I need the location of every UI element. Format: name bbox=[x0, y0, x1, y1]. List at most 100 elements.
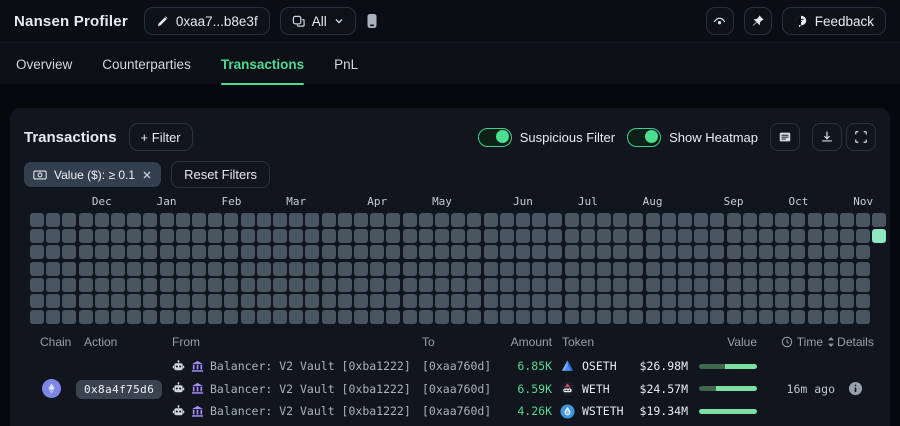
heatmap-cell[interactable] bbox=[370, 277, 385, 292]
heatmap-cell[interactable] bbox=[30, 229, 44, 244]
heatmap-cell[interactable] bbox=[467, 294, 482, 308]
show-heatmap-toggle[interactable] bbox=[627, 127, 662, 147]
heatmap-cell[interactable] bbox=[483, 261, 498, 276]
heatmap-cell[interactable] bbox=[321, 245, 336, 260]
heatmap-cell[interactable] bbox=[580, 229, 595, 244]
heatmap-cell[interactable] bbox=[564, 245, 579, 260]
heatmap-cell[interactable] bbox=[273, 277, 287, 292]
heatmap-cell[interactable] bbox=[467, 213, 482, 227]
heatmap-cell[interactable] bbox=[807, 213, 822, 227]
heatmap-cell[interactable] bbox=[499, 277, 514, 292]
heatmap-cell[interactable] bbox=[78, 245, 93, 260]
heatmap-cell[interactable] bbox=[678, 277, 692, 292]
heatmap-cell[interactable] bbox=[175, 294, 190, 308]
heatmap-cell[interactable] bbox=[289, 294, 304, 308]
feedback-button[interactable]: Feedback bbox=[781, 7, 886, 35]
heatmap-cell[interactable] bbox=[856, 213, 871, 227]
heatmap-cell[interactable] bbox=[597, 310, 611, 325]
heatmap-cell[interactable] bbox=[127, 213, 142, 227]
wallet-icon[interactable] bbox=[366, 13, 378, 29]
heatmap-cell[interactable] bbox=[856, 277, 871, 292]
heatmap-cell[interactable] bbox=[435, 245, 449, 260]
heatmap-cell[interactable] bbox=[726, 261, 741, 276]
heatmap-cell[interactable] bbox=[840, 245, 854, 260]
heatmap-cell[interactable] bbox=[256, 277, 271, 292]
heatmap-cell[interactable] bbox=[127, 261, 142, 276]
heatmap-cell[interactable] bbox=[78, 310, 93, 325]
heatmap-cell[interactable] bbox=[224, 277, 239, 292]
heatmap-cell[interactable] bbox=[30, 277, 44, 292]
heatmap-cell[interactable] bbox=[597, 245, 611, 260]
heatmap-cell[interactable] bbox=[451, 245, 466, 260]
heatmap-cell[interactable] bbox=[823, 213, 838, 227]
heatmap-cell[interactable] bbox=[483, 310, 498, 325]
remove-filter-icon[interactable] bbox=[142, 170, 152, 180]
heatmap-cell[interactable] bbox=[516, 229, 530, 244]
heatmap-cell[interactable] bbox=[532, 245, 547, 260]
heatmap-cell[interactable] bbox=[78, 294, 93, 308]
heatmap-cell[interactable] bbox=[613, 277, 628, 292]
heatmap-cell[interactable] bbox=[564, 310, 579, 325]
heatmap-cell[interactable] bbox=[856, 261, 871, 276]
heatmap-cell[interactable] bbox=[370, 294, 385, 308]
heatmap-cell[interactable] bbox=[337, 213, 352, 227]
heatmap-cell[interactable] bbox=[467, 229, 482, 244]
heatmap-cell[interactable] bbox=[402, 213, 417, 227]
heatmap-cell[interactable] bbox=[224, 245, 239, 260]
heatmap-cell[interactable] bbox=[78, 213, 93, 227]
heatmap-cell[interactable] bbox=[175, 277, 190, 292]
heatmap-cell[interactable] bbox=[823, 277, 838, 292]
heatmap-cell[interactable] bbox=[208, 245, 223, 260]
heatmap-cell[interactable] bbox=[483, 245, 498, 260]
heatmap-cell[interactable] bbox=[208, 229, 223, 244]
heatmap-cell[interactable] bbox=[791, 294, 806, 308]
heatmap-cell[interactable] bbox=[370, 245, 385, 260]
heatmap-cell[interactable] bbox=[273, 294, 287, 308]
heatmap-cell[interactable] bbox=[694, 310, 709, 325]
heatmap-cell[interactable] bbox=[840, 277, 854, 292]
pin-button[interactable] bbox=[743, 7, 772, 35]
heatmap-cell[interactable] bbox=[742, 310, 757, 325]
heatmap-cell[interactable] bbox=[613, 310, 628, 325]
heatmap-cell[interactable] bbox=[791, 261, 806, 276]
heatmap-cell[interactable] bbox=[694, 277, 709, 292]
heatmap-cell[interactable] bbox=[111, 294, 125, 308]
heatmap-cell[interactable] bbox=[451, 261, 466, 276]
heatmap-cell[interactable] bbox=[143, 294, 158, 308]
heatmap-cell[interactable] bbox=[435, 277, 449, 292]
heatmap-cell[interactable] bbox=[273, 229, 287, 244]
heatmap-cell[interactable] bbox=[337, 261, 352, 276]
heatmap-cell[interactable] bbox=[791, 213, 806, 227]
heatmap-cell[interactable] bbox=[435, 229, 449, 244]
heatmap-cell[interactable] bbox=[483, 229, 498, 244]
to-address[interactable]: [0xaa760d] bbox=[422, 359, 496, 373]
heatmap-cell[interactable] bbox=[548, 261, 563, 276]
heatmap-cell[interactable] bbox=[532, 213, 547, 227]
heatmap-cell[interactable] bbox=[613, 294, 628, 308]
heatmap-cell[interactable] bbox=[613, 229, 628, 244]
heatmap-cell[interactable] bbox=[208, 310, 223, 325]
heatmap-cell[interactable] bbox=[661, 213, 676, 227]
heatmap-cell[interactable] bbox=[807, 310, 822, 325]
heatmap-cell[interactable] bbox=[418, 294, 433, 308]
tab-overview[interactable]: Overview bbox=[16, 43, 72, 85]
tab-transactions[interactable]: Transactions bbox=[220, 43, 305, 85]
heatmap-cell[interactable] bbox=[30, 294, 44, 308]
heatmap-cell[interactable] bbox=[78, 229, 93, 244]
heatmap-cell[interactable] bbox=[775, 294, 790, 308]
heatmap-cell[interactable] bbox=[840, 294, 854, 308]
heatmap-cell[interactable] bbox=[467, 261, 482, 276]
heatmap-cell[interactable] bbox=[192, 229, 206, 244]
heatmap-cell[interactable] bbox=[629, 245, 644, 260]
heatmap-cell[interactable] bbox=[192, 277, 206, 292]
details-cell[interactable] bbox=[835, 381, 876, 396]
heatmap-cell[interactable] bbox=[564, 213, 579, 227]
heatmap-cell[interactable] bbox=[111, 277, 125, 292]
heatmap-cell[interactable] bbox=[289, 229, 304, 244]
heatmap-cell[interactable] bbox=[791, 277, 806, 292]
heatmap-cell[interactable] bbox=[516, 277, 530, 292]
heatmap-cell[interactable] bbox=[143, 310, 158, 325]
header-time[interactable]: Time bbox=[757, 335, 835, 349]
heatmap-cell[interactable] bbox=[111, 310, 125, 325]
heatmap-cell[interactable] bbox=[337, 229, 352, 244]
